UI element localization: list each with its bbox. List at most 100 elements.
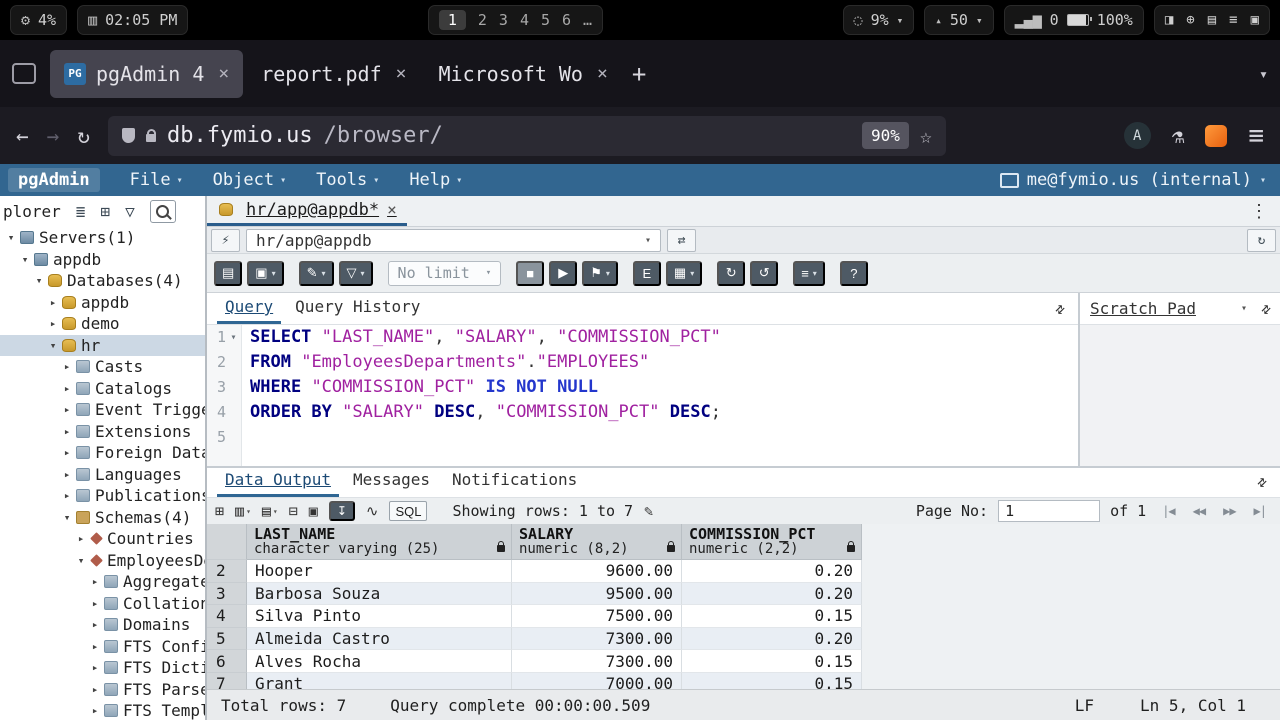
chevron-right-icon[interactable]: ▸ bbox=[60, 468, 74, 481]
macros-button[interactable]: ≡▾ bbox=[793, 261, 825, 286]
browser-tab-report-pdf[interactable]: report.pdf× bbox=[247, 50, 420, 98]
reload-button[interactable]: ↻ bbox=[77, 124, 90, 148]
save-button[interactable]: ▣▾ bbox=[247, 261, 283, 286]
chevron-right-icon[interactable]: ▸ bbox=[74, 532, 88, 545]
pager-page-5[interactable]: 5 bbox=[541, 11, 550, 29]
pager-page-1[interactable]: 1 bbox=[439, 10, 466, 30]
table-cell[interactable]: Almeida Castro bbox=[247, 628, 512, 651]
tree-item-foreign-data-wrappers[interactable]: ▸Foreign Data Wrappers bbox=[0, 442, 205, 464]
signal-battery-pill[interactable]: ▂▄▆ 0 100% bbox=[1004, 5, 1144, 35]
chevron-right-icon[interactable]: ▸ bbox=[60, 360, 74, 373]
table-cell[interactable]: 0.15 bbox=[682, 673, 862, 689]
clock-pill[interactable]: ▥ 02:05 PM bbox=[77, 5, 188, 35]
execute-options-button[interactable]: ⚑▾ bbox=[582, 261, 618, 286]
tree-item-fts-parsers[interactable]: ▸FTS Parsers bbox=[0, 679, 205, 701]
tree-item-publications[interactable]: ▸Publications bbox=[0, 485, 205, 507]
table-cell[interactable]: 9500.00 bbox=[512, 583, 682, 606]
row-number-cell[interactable]: 6 bbox=[207, 650, 247, 673]
browser-tab-microsoft-wo[interactable]: Microsoft Wo× bbox=[424, 50, 621, 98]
servers-stack-icon[interactable]: ≣ bbox=[76, 202, 86, 221]
chevron-right-icon[interactable]: ▸ bbox=[60, 425, 74, 438]
table-cell[interactable]: 7300.00 bbox=[512, 628, 682, 651]
table-cell[interactable]: 0.15 bbox=[682, 650, 862, 673]
panel-kebab-menu-icon[interactable]: ⋮ bbox=[1238, 201, 1280, 222]
chevron-down-icon[interactable]: ▾ bbox=[4, 231, 18, 244]
lock-icon[interactable] bbox=[146, 134, 156, 142]
tab-query-history[interactable]: Query History bbox=[287, 293, 428, 324]
tree-item-aggregates[interactable]: ▸Aggregates bbox=[0, 571, 205, 593]
chevron-down-icon[interactable]: ▾ bbox=[1241, 303, 1247, 314]
open-file-button[interactable]: ▤ bbox=[214, 261, 242, 286]
tree-item-collations[interactable]: ▸Collations bbox=[0, 593, 205, 615]
close-icon[interactable]: × bbox=[597, 63, 608, 84]
chevron-right-icon[interactable]: ▸ bbox=[46, 317, 60, 330]
column-header-salary[interactable]: SALARYnumeric (8,2) bbox=[512, 524, 682, 560]
close-icon[interactable]: × bbox=[218, 63, 229, 84]
graph-visualiser-button[interactable]: ∿ bbox=[366, 502, 379, 520]
tree-item-servers-1[interactable]: ▾Servers(1) bbox=[0, 227, 205, 249]
menu-file[interactable]: File▾ bbox=[130, 170, 183, 190]
menu-help[interactable]: Help▾ bbox=[409, 170, 462, 190]
table-cell[interactable]: 7300.00 bbox=[512, 650, 682, 673]
row-number-cell[interactable]: 5 bbox=[207, 628, 247, 651]
pgadmin-logo[interactable]: pgAdmin bbox=[8, 168, 100, 192]
editor-code[interactable]: SELECT "LAST_NAME", "SALARY", "COMMISSIO… bbox=[242, 325, 1078, 466]
chevron-right-icon[interactable]: ▸ bbox=[88, 575, 102, 588]
tree-item-domains[interactable]: ▸Domains bbox=[0, 614, 205, 636]
commit-button[interactable]: ↻ bbox=[717, 261, 745, 286]
table-cell[interactable]: 0.15 bbox=[682, 605, 862, 628]
eol-indicator[interactable]: LF bbox=[1075, 696, 1094, 715]
tree-item-languages[interactable]: ▸Languages bbox=[0, 464, 205, 486]
chevron-right-icon[interactable]: ▸ bbox=[60, 446, 74, 459]
copy-button[interactable]: ▥▾ bbox=[235, 502, 251, 520]
tab-data-output[interactable]: Data Output bbox=[217, 466, 339, 497]
pager-page-[interactable]: … bbox=[583, 11, 592, 29]
filter-button[interactable]: ▽▾ bbox=[339, 261, 373, 286]
tab-messages[interactable]: Messages bbox=[345, 466, 438, 497]
new-connection-icon[interactable]: ⇄ bbox=[667, 229, 696, 252]
table-cell[interactable]: 0.20 bbox=[682, 583, 862, 606]
table-cell[interactable]: Barbosa Souza bbox=[247, 583, 512, 606]
tree-item-databases-4[interactable]: ▾Databases(4) bbox=[0, 270, 205, 292]
zoom-level-badge[interactable]: 90% bbox=[862, 122, 909, 149]
row-number-cell[interactable]: 2 bbox=[207, 560, 247, 583]
system-tray[interactable]: ◨ ⊕ ▤ ≡ ▣ bbox=[1154, 5, 1270, 35]
tracking-protection-icon[interactable] bbox=[122, 128, 135, 143]
table-cell[interactable]: Alves Rocha bbox=[247, 650, 512, 673]
edit-range-icon[interactable]: ✎ bbox=[644, 502, 653, 520]
tab-notifications[interactable]: Notifications bbox=[444, 466, 585, 497]
back-button[interactable]: ← bbox=[16, 124, 29, 148]
first-page-button[interactable]: |◀ bbox=[1162, 504, 1174, 518]
tree-item-demo[interactable]: ▸demo bbox=[0, 313, 205, 335]
table-cell[interactable]: 9600.00 bbox=[512, 560, 682, 583]
chevron-down-icon[interactable]: ▾ bbox=[74, 554, 88, 567]
expand-panel-icon[interactable]: ⇄ bbox=[1252, 472, 1271, 491]
pager-page-6[interactable]: 6 bbox=[562, 11, 571, 29]
connection-select[interactable]: hr/app@appdb ▾ bbox=[246, 229, 661, 252]
tree-item-extensions[interactable]: ▸Extensions bbox=[0, 421, 205, 443]
pager-page-2[interactable]: 2 bbox=[478, 11, 487, 29]
forward-button[interactable]: → bbox=[47, 124, 60, 148]
paste-button[interactable]: ▤▾ bbox=[262, 502, 278, 520]
expand-panel-icon[interactable]: ⇄ bbox=[1050, 299, 1069, 318]
list-all-tabs-icon[interactable]: ▾ bbox=[1259, 65, 1268, 83]
refresh-layout-button[interactable]: ↻ bbox=[1247, 229, 1276, 252]
tree-item-fts-configurations[interactable]: ▸FTS Configurations bbox=[0, 636, 205, 658]
row-limit-select[interactable]: No limit▾ bbox=[388, 261, 502, 286]
chevron-down-icon[interactable]: ▾ bbox=[18, 253, 32, 266]
edit-button[interactable]: ✎▾ bbox=[299, 261, 334, 286]
table-cell[interactable]: Silva Pinto bbox=[247, 605, 512, 628]
download-button[interactable]: ↧ bbox=[329, 501, 355, 521]
tree-item-casts[interactable]: ▸Casts bbox=[0, 356, 205, 378]
stop-button[interactable]: ■ bbox=[516, 261, 544, 286]
desktop-pager[interactable]: 123456… bbox=[428, 5, 603, 35]
fold-chevron-icon[interactable]: ▾ bbox=[226, 325, 241, 350]
chevron-right-icon[interactable]: ▸ bbox=[88, 597, 102, 610]
tree-item-fts-dictionaries[interactable]: ▸FTS Dictionaries bbox=[0, 657, 205, 679]
chevron-right-icon[interactable]: ▸ bbox=[60, 403, 74, 416]
save-data-button[interactable]: ▣ bbox=[309, 502, 318, 520]
table-cell[interactable]: 0.20 bbox=[682, 628, 862, 651]
chevron-right-icon[interactable]: ▸ bbox=[88, 704, 102, 717]
explain-button[interactable]: E bbox=[633, 261, 661, 286]
search-button[interactable] bbox=[150, 200, 176, 223]
